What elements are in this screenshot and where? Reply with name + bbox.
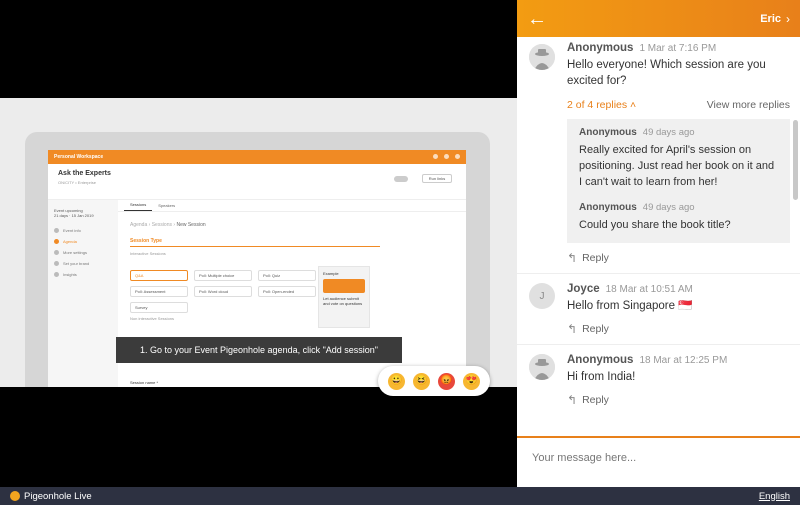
angry-emoji-icon[interactable]: 😡 (438, 372, 455, 390)
user-name[interactable]: Eric (760, 13, 781, 25)
session-type-heading: Session Type (130, 238, 380, 247)
sidebar-item-brand: Set your brand (54, 261, 112, 266)
grin-emoji-icon[interactable]: 😀 (388, 372, 405, 390)
slide-tabs: Sessions Speakers (118, 200, 466, 212)
video-player[interactable]: Personal Workspace Ask the Experts ON/CI… (0, 0, 517, 487)
slide-sidebar: Event upcoming 21 days · 15 Jan 2019 Even… (48, 200, 118, 387)
card-poll-quiz: Poll: Quiz (258, 270, 316, 281)
card-poll-mc: Poll: Multiple choice (194, 270, 252, 281)
message-time: 18 Mar at 12:25 PM (639, 355, 728, 366)
divider (517, 273, 800, 274)
slide-caption: 1. Go to your Event Pigeonhole agenda, c… (116, 337, 402, 363)
reply-icon: ↰ (567, 322, 578, 336)
anonymous-avatar-icon (529, 44, 555, 70)
reply-time: 49 days ago (642, 202, 695, 213)
run-links-button: Run links (422, 174, 452, 183)
reactions-bar[interactable]: 😀 😆 😡 😍 (378, 366, 490, 396)
reply-count-toggle[interactable]: 2 of 4 replies ˄ (567, 99, 636, 111)
reply-author: Anonymous (579, 202, 637, 213)
language-link[interactable]: English (759, 491, 790, 502)
reply-text: Could you share the book title? (579, 219, 731, 231)
message-text: Hello everyone! Which session are you ex… (567, 59, 766, 87)
test-mode-toggle (394, 176, 408, 182)
message-author: Anonymous (567, 354, 634, 366)
message-header: Joyce 18 Mar at 10:51 AM (567, 283, 790, 295)
example-title: Example (323, 271, 339, 276)
reply-thread: Anonymous 49 days ago Really excited for … (567, 119, 790, 243)
heart-eyes-emoji-icon[interactable]: 😍 (463, 372, 480, 390)
reply-button[interactable]: ↰ Reply (567, 251, 790, 265)
card-poll-assessment: Poll: Assessment (130, 286, 188, 297)
message-input[interactable]: Your message here... (517, 436, 800, 487)
app-root: Personal Workspace Ask the Experts ON/CI… (0, 0, 800, 505)
message-header: Anonymous 18 Mar at 12:25 PM (567, 354, 790, 366)
reply-meta: 2 of 4 replies ˄ View more replies (567, 99, 790, 111)
reply-header: Anonymous 49 days ago (579, 127, 778, 138)
reply-author: Anonymous (579, 127, 637, 138)
session-name-label: Session name * (130, 380, 159, 385)
scrollbar[interactable] (793, 120, 798, 200)
sidebar-item-insights: Insights (54, 272, 112, 277)
message-time: 18 Mar at 10:51 AM (605, 284, 693, 295)
message-item: J Joyce 18 Mar at 10:51 AM Hello from Sin… (517, 283, 800, 336)
initial-avatar: J (529, 283, 555, 309)
reply-time: 49 days ago (642, 127, 695, 138)
reply-text: Really excited for April's session on po… (579, 144, 775, 188)
chevron-up-icon: ˄ (630, 99, 637, 111)
panel-header: ← Eric › (517, 0, 800, 37)
message-text: Hello from Singapore 🇸🇬 (567, 300, 693, 312)
brand-name: Pigeonhole Live (24, 490, 92, 502)
example-image (323, 279, 365, 293)
sidebar-item-event-info: Event info (54, 228, 112, 233)
app-bar-icons (427, 153, 460, 161)
sidebar-item-agenda: Agenda (54, 239, 112, 244)
tab-speakers: Speakers (158, 203, 176, 208)
view-more-replies-link[interactable]: View more replies (707, 99, 790, 111)
reply-icon: ↰ (567, 251, 578, 265)
reply-button[interactable]: ↰ Reply (567, 393, 790, 407)
message-item: Anonymous 1 Mar at 7:16 PM Hello everyone… (517, 42, 800, 111)
event-header: Ask the Experts ON/CITY • Enterprise Run… (48, 164, 466, 200)
example-panel: Example Let audience submit and vote on … (318, 266, 370, 328)
reply-row: ↰ Reply (517, 251, 800, 265)
laugh-emoji-icon[interactable]: 😆 (413, 372, 430, 390)
app-bar: Personal Workspace (48, 150, 466, 164)
non-interactive-label: Non interactive Sessions (130, 316, 175, 321)
message-time: 1 Mar at 7:16 PM (639, 43, 717, 54)
example-text: Let audience submit and vote on question… (323, 296, 363, 306)
chat-panel: ← Eric › Anonymous 1 Mar at 7:16 PM Hello… (517, 0, 800, 487)
anonymous-avatar-icon (529, 354, 555, 380)
card-poll-open: Poll: Open-ended (258, 286, 316, 297)
footer-bar: Pigeonhole Live English (0, 487, 800, 505)
breadcrumb: Agenda › Sessions › New Session (130, 222, 206, 228)
card-poll-wordcloud: Poll: Word cloud (194, 286, 252, 297)
sidebar-item-more-settings: More settings (54, 250, 112, 255)
workspace-label: Personal Workspace (54, 154, 104, 160)
event-status: Event upcoming 21 days · 15 Jan 2019 (54, 208, 94, 218)
message-author: Anonymous (567, 42, 634, 54)
interactive-label: Interactive Sessions (130, 251, 166, 256)
message-header: Anonymous 1 Mar at 7:16 PM (567, 42, 790, 54)
divider (517, 344, 800, 345)
message-author: Joyce (567, 283, 600, 295)
card-survey: Survey (130, 302, 188, 313)
tab-sessions: Sessions (124, 202, 153, 211)
message-text: Hi from India! (567, 371, 636, 383)
reply-button[interactable]: ↰ Reply (567, 322, 790, 336)
message-item: Anonymous 18 Mar at 12:25 PM Hi from Indi… (517, 354, 800, 407)
reply-icon: ↰ (567, 393, 578, 407)
card-qa: Q&A (130, 270, 188, 281)
pigeonhole-logo-icon (10, 491, 20, 501)
reply-header: Anonymous 49 days ago (579, 202, 778, 213)
back-arrow-icon[interactable]: ← (527, 9, 549, 29)
chevron-right-icon[interactable]: › (786, 12, 790, 26)
